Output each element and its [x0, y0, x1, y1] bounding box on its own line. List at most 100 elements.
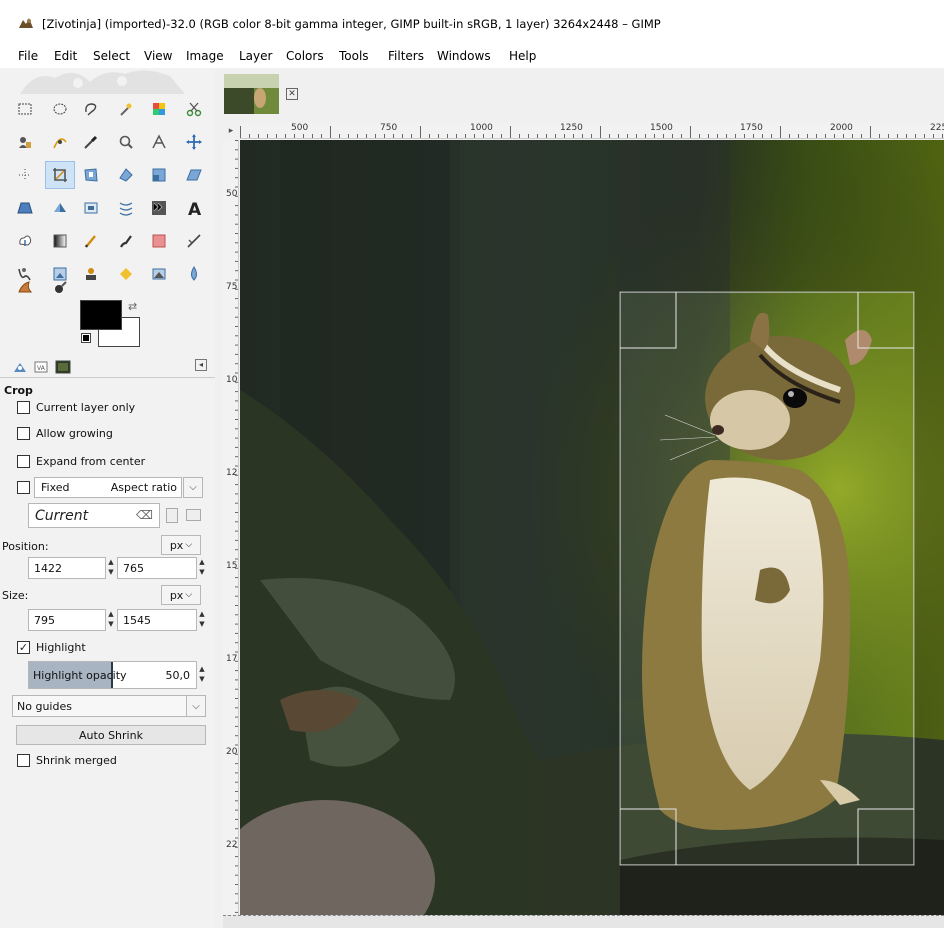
expand-from-center-checkbox[interactable]: Expand from center [17, 453, 145, 469]
fixed-mode-combo[interactable]: Fixed Aspect ratio [34, 477, 182, 498]
shear-icon[interactable] [181, 162, 207, 188]
move-icon[interactable] [181, 129, 207, 155]
ruler-label: 750 [380, 123, 398, 133]
text-icon[interactable] [146, 195, 172, 221]
image-canvas[interactable] [240, 140, 944, 916]
perspective-icon[interactable] [12, 195, 38, 221]
align-icon[interactable] [12, 162, 38, 188]
highlight-opacity-spinner[interactable]: ▲ ▼ [197, 664, 207, 686]
menu-image[interactable]: Image [186, 49, 224, 63]
menu-view[interactable]: View [144, 49, 172, 63]
size-width-field[interactable]: 795 [28, 609, 106, 631]
ruler-label: 1250 [560, 123, 583, 133]
position-y-spinner[interactable]: ▲ ▼ [197, 557, 207, 579]
dodge-burn-icon[interactable] [12, 274, 38, 300]
highlight-opacity-slider[interactable]: Highlight opacity 50,0 [28, 661, 197, 689]
portrait-icon[interactable] [166, 508, 178, 523]
close-tab-icon[interactable]: ✕ [286, 88, 298, 100]
checkbox-box[interactable] [17, 426, 30, 440]
ruler-corner-button[interactable]: ▸ [223, 123, 239, 139]
warp-icon[interactable] [113, 195, 139, 221]
menu-filters[interactable]: Filters [388, 49, 424, 63]
device-status-tab-icon[interactable]: VA [33, 359, 49, 375]
checkbox-box[interactable] [17, 480, 30, 494]
heal-icon[interactable] [78, 261, 104, 287]
tool-options-tab-icon[interactable] [12, 359, 28, 375]
wilber-drop-area [20, 70, 185, 94]
checkbox-label: Shrink merged [36, 753, 117, 767]
unified-transform-icon[interactable] [78, 162, 104, 188]
scissors-icon[interactable] [181, 96, 207, 122]
menu-file[interactable]: File [18, 49, 38, 63]
paintbrush-icon[interactable] [78, 228, 104, 254]
cage-icon[interactable] [78, 195, 104, 221]
menu-windows[interactable]: Windows [437, 49, 491, 63]
current-layer-only-checkbox[interactable]: Current layer only [17, 399, 135, 415]
landscape-icon[interactable] [186, 509, 201, 521]
ink-icon[interactable] [181, 228, 207, 254]
swap-colors-icon[interactable]: ⇄ [128, 300, 137, 313]
ruler-label: 750 [226, 282, 238, 292]
crop-icon[interactable] [45, 161, 75, 189]
menu-colors[interactable]: Colors [286, 49, 324, 63]
airbrush-icon[interactable] [146, 228, 172, 254]
ruler-label: 2000 [226, 747, 238, 757]
zoom-icon[interactable] [113, 129, 139, 155]
position-unit: px [169, 538, 184, 552]
position-y-field[interactable]: 765 [117, 557, 197, 579]
tab-menu-icon[interactable]: ◂ [195, 359, 207, 371]
checkbox-box[interactable] [17, 400, 30, 414]
shrink-merged-checkbox[interactable]: Shrink merged [17, 752, 117, 768]
undo-history-tab-icon[interactable] [55, 359, 71, 375]
size-height-spinner[interactable]: ▲ ▼ [197, 609, 207, 631]
size-width-spinner[interactable]: ▲ ▼ [106, 609, 116, 631]
position-unit-combo[interactable]: px ⌵ [161, 535, 201, 555]
title-bar: [Zivotinja] (imported)-32.0 (RGB color 8… [0, 0, 944, 44]
size-height-field[interactable]: 1545 [117, 609, 197, 631]
burn-icon[interactable] [47, 274, 73, 300]
guides-combo[interactable]: No guides [12, 695, 187, 717]
perspective-clone-icon[interactable] [113, 261, 139, 287]
guides-dropdown-icon[interactable]: ⌵ [186, 695, 206, 717]
fixed-mode-dropdown-icon[interactable]: ⌵ [183, 477, 203, 498]
foreground-select-icon[interactable] [12, 129, 38, 155]
checkbox-box[interactable]: ✓ [17, 640, 30, 654]
pencil-icon[interactable] [47, 228, 73, 254]
fg-bg-colors[interactable]: ⇄ [80, 300, 144, 350]
free-select-icon[interactable] [78, 96, 104, 122]
flip-icon[interactable] [47, 195, 73, 221]
gradient-icon[interactable] [12, 228, 38, 254]
eraser-icon[interactable] [113, 228, 139, 254]
clear-field-icon[interactable]: ⌫ [136, 508, 153, 522]
menu-edit[interactable]: Edit [54, 49, 77, 63]
fuzzy-select-icon[interactable] [113, 96, 139, 122]
smudge-icon[interactable] [181, 261, 207, 287]
aspect-value-field[interactable]: Current ⌫ [28, 503, 160, 528]
menu-select[interactable]: Select [93, 49, 130, 63]
measure-icon[interactable] [146, 129, 172, 155]
gimp-app-icon [19, 18, 33, 28]
scale-icon[interactable] [146, 162, 172, 188]
menu-help[interactable]: Help [509, 49, 536, 63]
auto-shrink-button[interactable]: Auto Shrink [16, 725, 206, 745]
image-tab-thumbnail[interactable] [224, 74, 279, 114]
blur-icon[interactable] [146, 261, 172, 287]
paths-icon[interactable] [47, 129, 73, 155]
allow-growing-checkbox[interactable]: Allow growing [17, 425, 113, 441]
size-unit-combo[interactable]: px ⌵ [161, 585, 201, 605]
color-picker-icon[interactable] [78, 129, 104, 155]
highlight-checkbox[interactable]: ✓ Highlight [17, 639, 86, 655]
foreground-color-swatch[interactable] [80, 300, 122, 330]
rotate-icon[interactable] [113, 162, 139, 188]
rect-select-icon[interactable] [12, 96, 38, 122]
by-color-select-icon[interactable] [146, 96, 172, 122]
checkbox-box[interactable] [17, 753, 30, 767]
position-x-field[interactable]: 1422 [28, 557, 106, 579]
checkbox-box[interactable] [17, 454, 30, 468]
ellipse-select-icon[interactable] [47, 96, 73, 122]
bucket-fill-icon[interactable]: A [181, 195, 207, 221]
menu-tools[interactable]: Tools [339, 49, 369, 63]
default-colors-icon[interactable] [81, 333, 91, 343]
position-x-spinner[interactable]: ▲ ▼ [106, 557, 116, 579]
menu-layer[interactable]: Layer [239, 49, 272, 63]
